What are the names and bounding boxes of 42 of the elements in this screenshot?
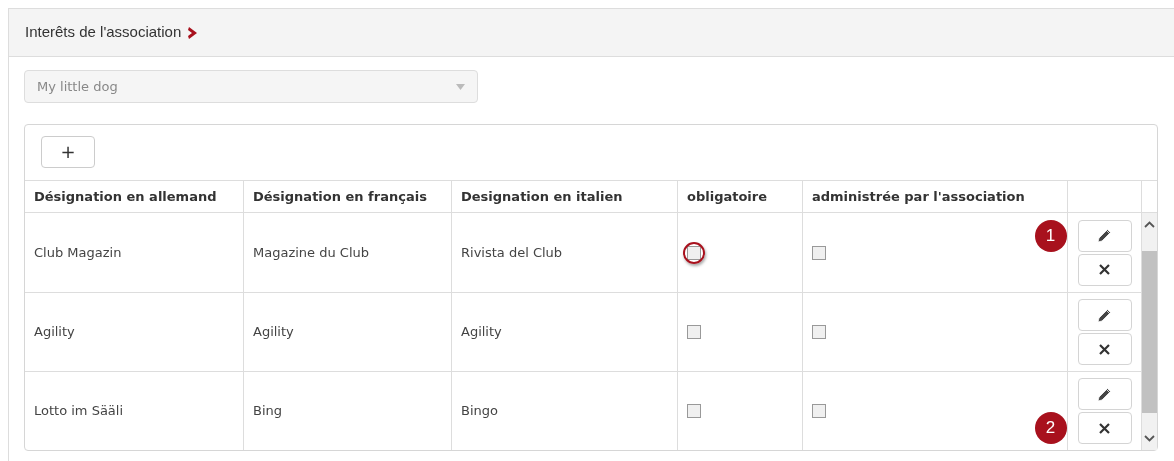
column-header: obligatoire — [687, 187, 768, 206]
checkbox[interactable] — [812, 325, 826, 339]
pencil-icon — [1097, 228, 1112, 243]
table-cell-text: Agility — [461, 323, 502, 342]
close-icon — [1099, 343, 1110, 355]
close-icon — [1099, 264, 1110, 275]
delete-button[interactable] — [1077, 333, 1132, 365]
panel-title: Interêts de l'association — [25, 22, 182, 43]
delete-button[interactable] — [1077, 412, 1132, 444]
checkbox[interactable] — [687, 245, 701, 260]
table-cell-text: Bingo — [461, 402, 498, 421]
column-header: Désignation en allemand — [34, 187, 217, 206]
column-header: Désignation en français — [253, 187, 427, 206]
edit-button[interactable] — [1077, 219, 1132, 252]
checkbox[interactable] — [812, 245, 826, 260]
table-cell-text: Bing — [253, 402, 283, 421]
checkbox[interactable] — [812, 404, 826, 418]
pencil-icon — [1097, 386, 1112, 402]
highlight-ring — [683, 241, 705, 264]
caret-down-icon — [456, 83, 465, 90]
add-button[interactable]: + — [41, 136, 95, 168]
edit-button[interactable] — [1077, 299, 1132, 331]
chevron-up-icon[interactable] — [1144, 221, 1155, 228]
column-header: Designation en italien — [461, 187, 623, 206]
delete-button[interactable] — [1077, 253, 1132, 286]
table-cell-text: Agility — [34, 323, 75, 342]
edit-button[interactable] — [1077, 378, 1132, 410]
number-badge: 2 — [1034, 412, 1067, 444]
scrollbar[interactable] — [1142, 213, 1157, 450]
checkbox[interactable] — [687, 325, 701, 339]
scrollbar-thumb[interactable] — [1142, 250, 1157, 413]
table-cell-text: Agility — [253, 323, 294, 342]
table-cell-text: Lotto im Sääli — [34, 402, 124, 421]
table-cell-text: Magazine du Club — [253, 243, 369, 262]
close-icon — [1099, 422, 1110, 434]
table-cell-text: Rivista del Club — [461, 243, 563, 262]
table-cell-text: Club Magazin — [34, 243, 122, 262]
checkbox[interactable] — [687, 404, 701, 418]
chevron-down-icon[interactable] — [1144, 435, 1155, 442]
number-badge: 1 — [1034, 219, 1067, 252]
pencil-icon — [1097, 307, 1112, 323]
column-header: administrée par l'association — [812, 187, 1025, 206]
